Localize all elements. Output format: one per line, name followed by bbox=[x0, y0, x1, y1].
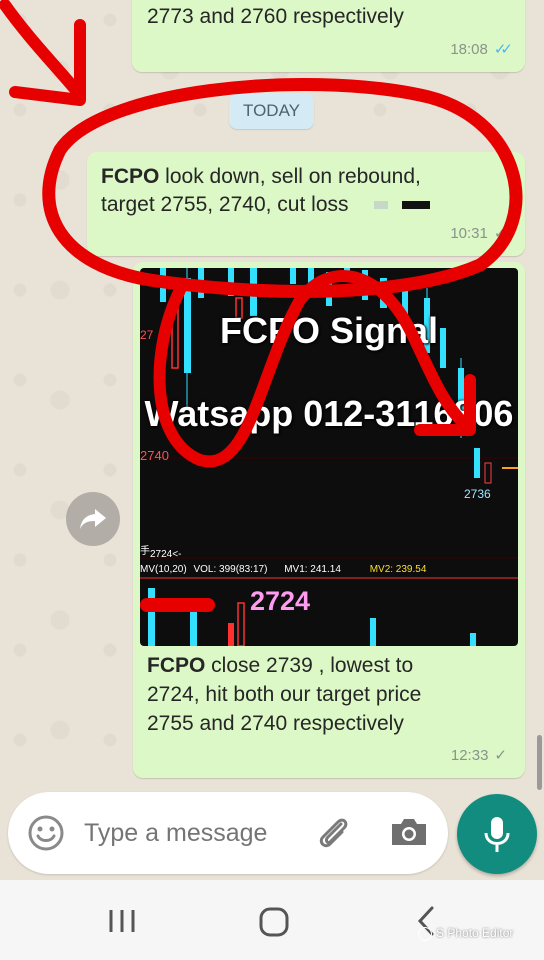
message-meta: 10:31 ✓✓ bbox=[450, 220, 513, 248]
redacted-mark bbox=[402, 201, 431, 210]
watermark-text: S Photo Editor bbox=[436, 926, 514, 940]
message-meta: 18:08 ✓✓ bbox=[450, 36, 513, 64]
forward-button[interactable] bbox=[66, 492, 120, 546]
recents-icon bbox=[109, 910, 135, 932]
chart-image[interactable]: FCPO Signal Watsapp 012-3116806 2740 27 … bbox=[140, 268, 518, 646]
message-line-1: FCPO look down, sell on rebound, bbox=[101, 163, 421, 191]
message-composer bbox=[8, 792, 448, 874]
indicator-mv: MV(10,20) bbox=[140, 564, 187, 575]
message-line-1: FCPO close 2739 , lowest to bbox=[147, 652, 413, 680]
date-divider: TODAY bbox=[229, 93, 314, 129]
chart-price-label-top: 27 bbox=[140, 328, 154, 342]
indicator-mv2: MV2: 239.54 bbox=[369, 564, 427, 575]
message-time: 10:31 bbox=[450, 225, 488, 242]
message-text-rest: look down, sell on rebound, bbox=[159, 165, 421, 188]
message-symbol: FCPO bbox=[147, 654, 206, 677]
chart-price-label-2736: 2736 bbox=[464, 487, 491, 501]
recents-button[interactable] bbox=[105, 906, 139, 936]
message-text-line2: target 2755, 2740, cut loss bbox=[101, 193, 349, 216]
emoji-icon bbox=[28, 815, 64, 851]
chart-overlay-contact: Watsapp 012-3116806 bbox=[144, 393, 514, 434]
photo-editor-watermark: S Photo Editor bbox=[418, 926, 513, 941]
chart-indicator-row: MV(10,20) VOL: 399(83:17) MV1: 241.14 MV… bbox=[140, 564, 518, 575]
system-navigation-bar: S Photo Editor bbox=[0, 880, 544, 960]
scrollbar-thumb[interactable] bbox=[537, 735, 542, 790]
home-icon bbox=[259, 907, 289, 937]
voice-record-button[interactable] bbox=[457, 794, 537, 874]
message-time: 12:33 bbox=[450, 747, 489, 764]
indicator-mv1: MV1: 241.14 bbox=[284, 564, 341, 575]
sent-tick-icon: ✓ bbox=[494, 747, 507, 764]
message-line-2: target 2755, 2740, cut loss bbox=[101, 191, 431, 219]
indicator-vol: VOL: 399(83:17) bbox=[193, 564, 268, 575]
home-button[interactable] bbox=[258, 906, 290, 938]
mic-icon bbox=[484, 817, 510, 852]
message-line-2: 2724, hit both our target price bbox=[147, 683, 422, 706]
camera-icon bbox=[392, 819, 426, 845]
camera-button[interactable] bbox=[388, 812, 430, 852]
message-line-3: 2755 and 2740 respectively bbox=[147, 712, 404, 735]
message-time: 18:08 bbox=[450, 41, 488, 58]
chart-low-marker: 2724<- bbox=[150, 549, 182, 560]
message-text: 2773 and 2760 respectively bbox=[147, 5, 404, 28]
message-symbol: FCPO bbox=[101, 165, 160, 188]
chart-overlay-title: FCPO Signal bbox=[219, 310, 439, 351]
attach-icon bbox=[319, 818, 348, 848]
emoji-button[interactable] bbox=[26, 813, 66, 853]
attach-button[interactable] bbox=[313, 812, 353, 852]
watermark-icon bbox=[418, 926, 432, 941]
redacted-mark bbox=[374, 201, 389, 210]
forward-icon bbox=[80, 509, 106, 529]
message-bubble-signal[interactable]: FCPO look down, sell on rebound, target … bbox=[87, 152, 525, 256]
read-ticks-icon: ✓✓ bbox=[493, 41, 513, 58]
message-input[interactable] bbox=[82, 812, 306, 854]
message-meta: 12:33 ✓ bbox=[451, 742, 507, 770]
chart-unit-label: 手 bbox=[140, 546, 150, 557]
delivered-ticks-icon: ✓✓ bbox=[493, 225, 513, 242]
message-text-rest: close 2739 , lowest to bbox=[205, 654, 414, 677]
chart-big-low-label: 2724 bbox=[250, 586, 311, 616]
message-bubble-previous[interactable]: 2773 and 2760 respectively 18:08 ✓✓ bbox=[132, 0, 525, 72]
chart-price-label-2740: 2740 bbox=[140, 448, 169, 463]
